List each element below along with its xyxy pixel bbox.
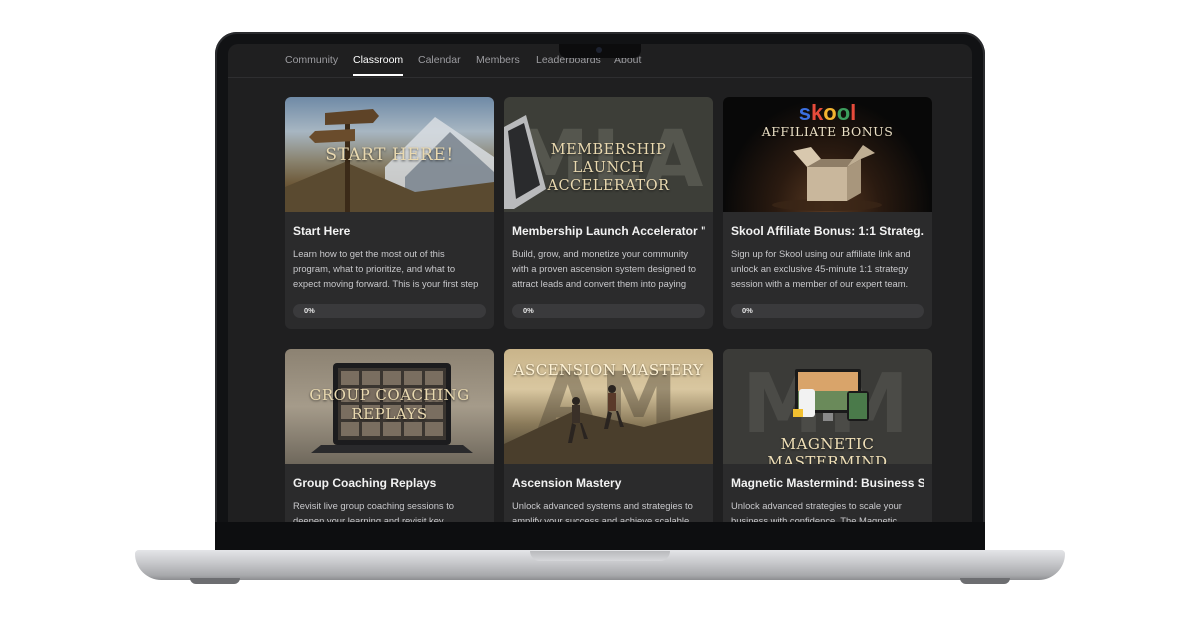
progress-bar: 0% (293, 304, 486, 318)
thumbnail-title: MAGNETIC MASTERMIND (767, 435, 888, 464)
course-card-group-coaching-replays[interactable]: GROUP COACHING REPLAYS Group Coaching Re… (285, 349, 494, 522)
laptop-mockup: Community Classroom Calendar Members Lea… (0, 0, 1200, 618)
camera-icon (596, 47, 602, 53)
course-description: Build, grow, and monetize your community… (512, 248, 696, 289)
course-description: Revisit live group coaching sessions to … (293, 500, 455, 522)
course-title[interactable]: Magnetic Mastermind: Business S... (731, 476, 924, 490)
progress-bar: 0% (731, 304, 924, 318)
progress-bar: 0% (512, 304, 705, 318)
course-description: Learn how to get the most out of this pr… (293, 248, 479, 289)
tab-members[interactable]: Members (476, 54, 520, 66)
thumbnail-title: MEMBERSHIP LAUNCH ACCELERATOR (547, 142, 670, 194)
course-title[interactable]: Skool Affiliate Bonus: 1:1 Strateg... (731, 224, 924, 238)
laptop-foot (960, 578, 1010, 584)
course-title[interactable]: Group Coaching Replays (293, 476, 486, 490)
laptop-base-groove (530, 551, 670, 561)
progress-label: 0% (742, 306, 753, 315)
course-thumbnail: MM MAGNETIC MASTERMIND (723, 349, 932, 464)
laptop-foot (190, 578, 240, 584)
course-description: Unlock advanced systems and strategies t… (512, 500, 693, 522)
laptop-bottom-bezel (215, 522, 985, 552)
tab-classroom[interactable]: Classroom (353, 54, 404, 76)
course-card-ascension-mastery[interactable]: AM ASCENSION MASTERY Ascension Mastery U… (504, 349, 713, 522)
course-card-magnetic-mastermind[interactable]: MM MAGNETIC MASTERMIND Magnetic Mastermi… (723, 349, 932, 522)
thumbnail-title: START HERE! (325, 145, 454, 165)
course-card-skool-affiliate-bonus[interactable]: skool skool AFFILIATE BONUS Skool Affili… (723, 97, 932, 329)
course-thumbnail: skool skool AFFILIATE BONUS (723, 97, 932, 212)
course-thumbnail: MLA MEMBERSHIP LAUNCH ACCELERATOR (504, 97, 713, 212)
course-title[interactable]: Start Here (293, 224, 486, 238)
laptop-screen: Community Classroom Calendar Members Lea… (228, 44, 972, 522)
progress-label: 0% (304, 306, 315, 315)
course-title[interactable]: Ascension Mastery (512, 476, 705, 490)
tab-community[interactable]: Community (285, 54, 338, 66)
progress-label: 0% (523, 306, 534, 315)
course-thumbnail: START HERE! (285, 97, 494, 212)
open-box-icon (772, 145, 882, 211)
course-description: Sign up for Skool using our affiliate li… (731, 248, 911, 289)
camera-notch (559, 44, 641, 58)
course-title[interactable]: Membership Launch Accelerator "... (512, 224, 705, 238)
course-thumbnail: AM ASCENSION MASTERY (504, 349, 713, 464)
course-thumbnail: GROUP COACHING REPLAYS (285, 349, 494, 464)
course-card-membership-launch-accelerator[interactable]: MLA MEMBERSHIP LAUNCH ACCELERATOR Member… (504, 97, 713, 329)
course-card-start-here[interactable]: START HERE! Start Here Learn how to get … (285, 97, 494, 329)
thumbnail-title: ASCENSION MASTERY (513, 361, 704, 379)
thumbnail-title: GROUP COACHING REPLAYS (309, 386, 470, 423)
course-description: Unlock advanced strategies to scale your… (731, 500, 902, 522)
tab-calendar[interactable]: Calendar (418, 54, 461, 66)
